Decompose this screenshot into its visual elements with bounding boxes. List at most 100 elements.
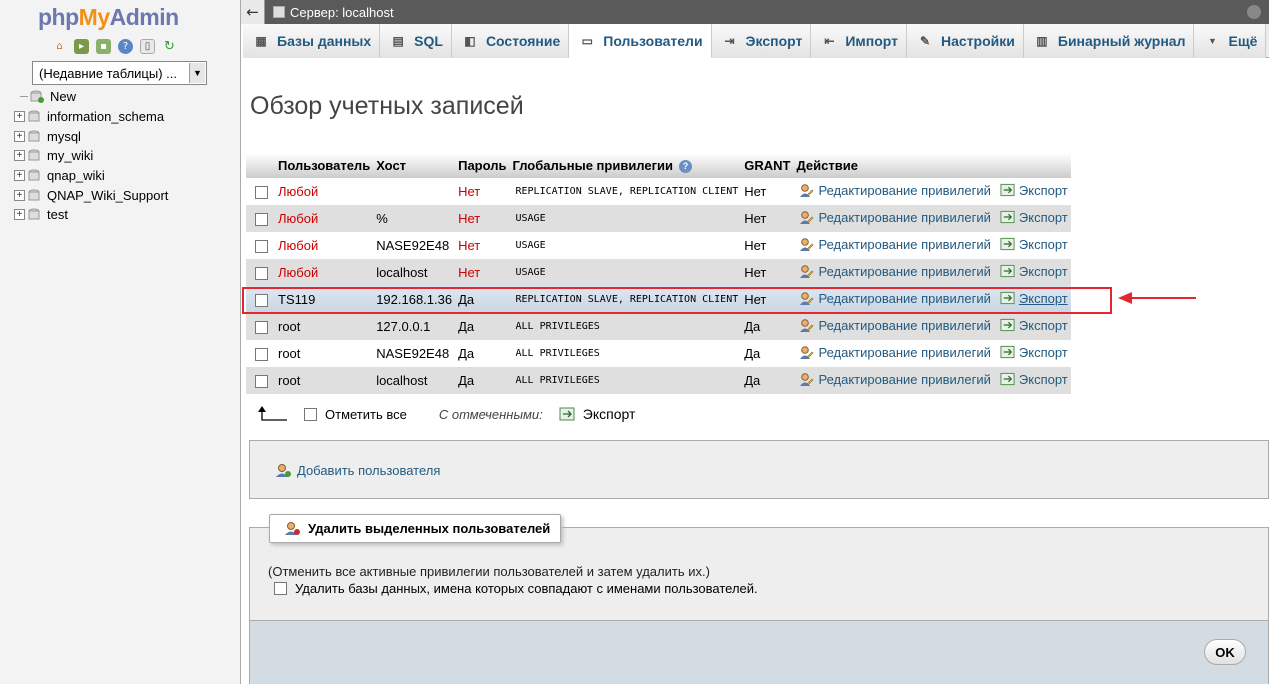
expand-icon[interactable]: +	[14, 130, 25, 142]
export-label: Экспорт	[1018, 371, 1068, 387]
cell-password: Нет	[455, 205, 510, 232]
cell-host: localhost	[373, 367, 456, 394]
table-row[interactable]: root 127.0.0.1 Да ALL PRIVILEGES Да Редактиро…	[246, 313, 1071, 340]
cell-privileges: ALL PRIVILEGES	[509, 340, 742, 367]
edit-privileges-link[interactable]: Редактирование привилегий	[799, 291, 991, 306]
check-all-checkbox[interactable]	[304, 407, 317, 421]
expand-icon[interactable]: +	[14, 189, 25, 201]
recent-tables-select[interactable]: (Недавние таблицы) ... ▼	[32, 61, 207, 85]
tree-item-database[interactable]: + qnap_wiki	[14, 166, 168, 186]
edit-privileges-link[interactable]: Редактирование привилегий	[799, 372, 991, 387]
row-checkbox[interactable]	[255, 375, 268, 389]
expand-icon[interactable]: +	[14, 209, 25, 221]
row-checkbox-cell	[246, 286, 275, 313]
tree-item-new[interactable]: New	[14, 87, 168, 107]
drop-db-checkbox[interactable]	[274, 582, 287, 595]
table-row[interactable]: Любой localhost Нет USAGE Нет Редактирование …	[246, 259, 1071, 286]
cell-export: Экспорт	[993, 259, 1071, 286]
edit-privileges-link[interactable]: Редактирование привилегий	[799, 345, 991, 360]
export-label: Экспорт	[1018, 344, 1068, 360]
export-link[interactable]: Экспорт	[1000, 318, 1068, 333]
edit-privileges-link[interactable]: Редактирование привилегий	[799, 318, 991, 333]
docs-icon[interactable]: ▯	[140, 39, 155, 54]
collapse-icon[interactable]	[1247, 5, 1261, 19]
help-icon[interactable]: ?	[118, 39, 133, 54]
edit-privileges-link[interactable]: Редактирование привилегий	[799, 237, 991, 252]
tree-item-database[interactable]: + information_schema	[14, 107, 168, 127]
tab-databases[interactable]: ▦ Базы данных	[243, 24, 381, 58]
export-label: Экспорт	[1018, 317, 1068, 333]
home-icon[interactable]: ⌂	[52, 39, 67, 54]
edit-user-icon	[799, 210, 814, 225]
tree-item-database[interactable]: + mysql	[14, 126, 168, 146]
row-checkbox[interactable]	[255, 213, 268, 227]
expand-icon[interactable]: +	[14, 111, 25, 123]
reload-icon[interactable]: ↻	[162, 39, 177, 54]
bulk-export-button[interactable]: Экспорт	[559, 406, 635, 422]
table-row[interactable]: Любой% Нет USAGE Нет Редактирование привилег…	[246, 205, 1071, 232]
cell-export: Экспорт	[993, 313, 1071, 340]
tab-more[interactable]: ▼ Ещё	[1194, 24, 1267, 58]
export-label: Экспорт	[1018, 209, 1068, 225]
table-row[interactable]: root NASE92E48 Да ALL PRIVILEGES Да Редактиро…	[246, 340, 1071, 367]
ok-button[interactable]: OK	[1204, 639, 1246, 665]
row-checkbox[interactable]	[255, 348, 268, 362]
table-row[interactable]: TS119 192.168.1.36 Да REPLICATION SLAVE, RE…	[246, 286, 1071, 313]
tree-item-database[interactable]: + my_wiki	[14, 146, 168, 166]
edit-privileges-link[interactable]: Редактирование привилегий	[799, 183, 991, 198]
table-row[interactable]: Любой NASE92E48 Нет USAGE Нет Редактирование …	[246, 232, 1071, 259]
status-icon: ◧	[464, 34, 476, 48]
logout-icon[interactable]: ▸	[74, 39, 89, 54]
tab-import[interactable]: ⇤ Импорт	[811, 24, 908, 58]
row-checkbox[interactable]	[255, 186, 268, 200]
tree-item-database[interactable]: + test	[14, 205, 168, 225]
export-link[interactable]: Экспорт	[1000, 210, 1068, 225]
cell-password: Да	[455, 367, 510, 394]
tab-settings[interactable]: ✎ Настройки	[907, 24, 1024, 58]
expand-icon[interactable]: +	[14, 150, 25, 162]
export-link[interactable]: Экспорт	[1000, 291, 1068, 306]
tab-export[interactable]: ⇥ Экспорт	[711, 24, 812, 58]
add-user-fieldset: Добавить пользователя	[249, 440, 1269, 499]
row-checkbox[interactable]	[255, 240, 268, 254]
export-link[interactable]: Экспорт	[1000, 237, 1068, 252]
database-tree: New + information_schema + mysql + my_wi…	[14, 87, 168, 225]
expand-icon[interactable]: +	[14, 170, 25, 182]
export-link[interactable]: Экспорт	[1000, 264, 1068, 279]
tab-users[interactable]: ▭ Пользователи	[569, 24, 712, 58]
tab-binary-log[interactable]: ▥ Бинарный журнал	[1023, 24, 1195, 58]
export-link[interactable]: Экспорт	[1000, 183, 1068, 198]
breadcrumb[interactable]: Сервер: localhost	[273, 5, 394, 20]
table-row[interactable]: root localhost Да ALL PRIVILEGES Да Редактиро…	[246, 367, 1071, 394]
export-link[interactable]: Экспорт	[1000, 372, 1068, 387]
header-password[interactable]: Пароль	[455, 153, 510, 178]
back-button[interactable]: ←	[241, 0, 265, 24]
chevron-down-icon[interactable]: ▼	[189, 63, 205, 83]
row-checkbox[interactable]	[255, 321, 268, 335]
row-checkbox[interactable]	[255, 294, 268, 308]
row-checkbox[interactable]	[255, 267, 268, 281]
export-label: Экспорт	[1018, 290, 1068, 306]
drop-db-label[interactable]: Удалить базы данных, имена которых совпа…	[295, 581, 758, 596]
tab-status[interactable]: ◧ Состояние	[451, 24, 570, 58]
add-user-link[interactable]: Добавить пользователя	[275, 463, 440, 478]
tree-item-database[interactable]: + QNAP_Wiki_Support	[14, 185, 168, 205]
edit-privileges-link[interactable]: Редактирование привилегий	[799, 210, 991, 225]
help-icon[interactable]: ?	[679, 160, 693, 174]
cell-grant: Да	[741, 313, 794, 340]
cell-grant: Нет	[741, 286, 794, 313]
tab-sql[interactable]: ▤ SQL	[380, 24, 452, 58]
header-grant[interactable]: GRANT	[741, 153, 794, 178]
export-link[interactable]: Экспорт	[1000, 345, 1068, 360]
edit-user-icon	[799, 318, 814, 333]
check-all-label[interactable]: Отметить все	[325, 407, 407, 422]
phpmyadmin-logo[interactable]: phpMyAdmin	[38, 4, 179, 31]
query-window-icon[interactable]: ▪	[96, 39, 111, 54]
header-host[interactable]: Хост	[373, 153, 456, 178]
tab-label: SQL	[414, 33, 443, 49]
header-user[interactable]: Пользователь	[275, 153, 374, 178]
cell-privileges: USAGE	[509, 259, 742, 286]
cell-user: TS119	[275, 286, 374, 313]
edit-privileges-link[interactable]: Редактирование привилегий	[799, 264, 991, 279]
table-row[interactable]: Любой Нет REPLICATION SLAVE, REPLICATION C…	[246, 178, 1071, 205]
